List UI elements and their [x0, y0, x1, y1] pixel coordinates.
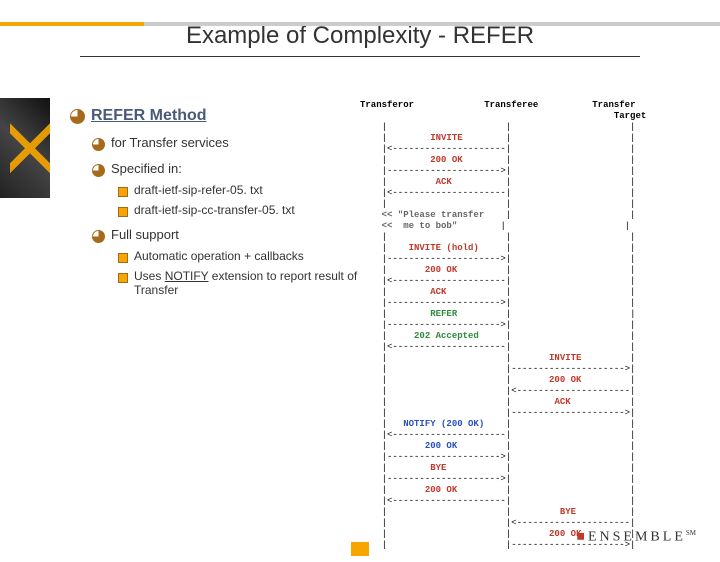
square-bullet-icon	[118, 253, 128, 263]
bullet-draft-cc-transfer: draft-ietf-sip-cc-transfer-05. txt	[134, 203, 295, 217]
footer-accent-icon	[351, 542, 369, 556]
slide-title: Example of Complexity - REFER	[0, 22, 720, 50]
msg-bye: BYE	[560, 507, 576, 517]
clock-bullet-icon	[92, 138, 105, 151]
msg-bye: BYE	[430, 463, 446, 473]
title-rule	[80, 56, 640, 57]
msg-200ok: 200 OK	[549, 375, 581, 385]
clock-bullet-icon	[92, 230, 105, 243]
clock-bullet-icon	[92, 164, 105, 177]
msg-invite: INVITE	[549, 353, 581, 363]
notify-link-text: NOTIFY	[165, 269, 209, 283]
col-transferee: Transferee	[484, 100, 538, 110]
col-transferor: Transferor	[360, 100, 414, 110]
msg-invite: INVITE	[430, 133, 462, 143]
accent-bar	[0, 22, 720, 26]
ensemble-logo: ■ENSEMBLESM	[577, 529, 696, 546]
msg-200ok: 200 OK	[430, 155, 462, 165]
msg-200ok: 200 OK	[425, 441, 457, 451]
msg-202: 202 Accepted	[414, 331, 479, 341]
bullet-notify-extension: Uses NOTIFY extension to report result o…	[134, 269, 360, 297]
msg-ack: ACK	[554, 397, 570, 407]
msg-refer: REFER	[430, 309, 457, 319]
bullet-refer-method: REFER Method	[91, 107, 207, 125]
bullet-transfer-services: for Transfer services	[111, 135, 229, 150]
bullet-specified-in: Specified in:	[111, 161, 182, 176]
msg-200ok: 200 OK	[425, 265, 457, 275]
bullet-automatic-callbacks: Automatic operation + callbacks	[134, 249, 304, 263]
bullet-full-support: Full support	[111, 227, 179, 242]
msg-notify: NOTIFY (200 OK)	[403, 419, 484, 429]
square-bullet-icon	[118, 187, 128, 197]
logo-text: ENSEMBLE	[588, 530, 686, 545]
msg-ack: ACK	[430, 287, 446, 297]
sip-flow-diagram: Transferor Transferee Transfer Target | …	[360, 100, 705, 551]
msg-invite-hold: INVITE (hold)	[409, 243, 479, 253]
clock-bullet-icon	[70, 109, 85, 124]
msg-prompt1: << "Please transfer	[382, 210, 485, 220]
bullet-content: REFER Method for Transfer services Speci…	[70, 107, 360, 301]
msg-prompt2: << me to bob"	[382, 221, 458, 231]
bullet-draft-refer: draft-ietf-sip-refer-05. txt	[134, 183, 263, 197]
text: Uses	[134, 269, 165, 283]
square-bullet-icon	[118, 207, 128, 217]
msg-ack: ACK	[436, 177, 452, 187]
square-bullet-icon	[118, 273, 128, 283]
msg-200ok: 200 OK	[425, 485, 457, 495]
side-arrow-graphic	[0, 98, 50, 198]
